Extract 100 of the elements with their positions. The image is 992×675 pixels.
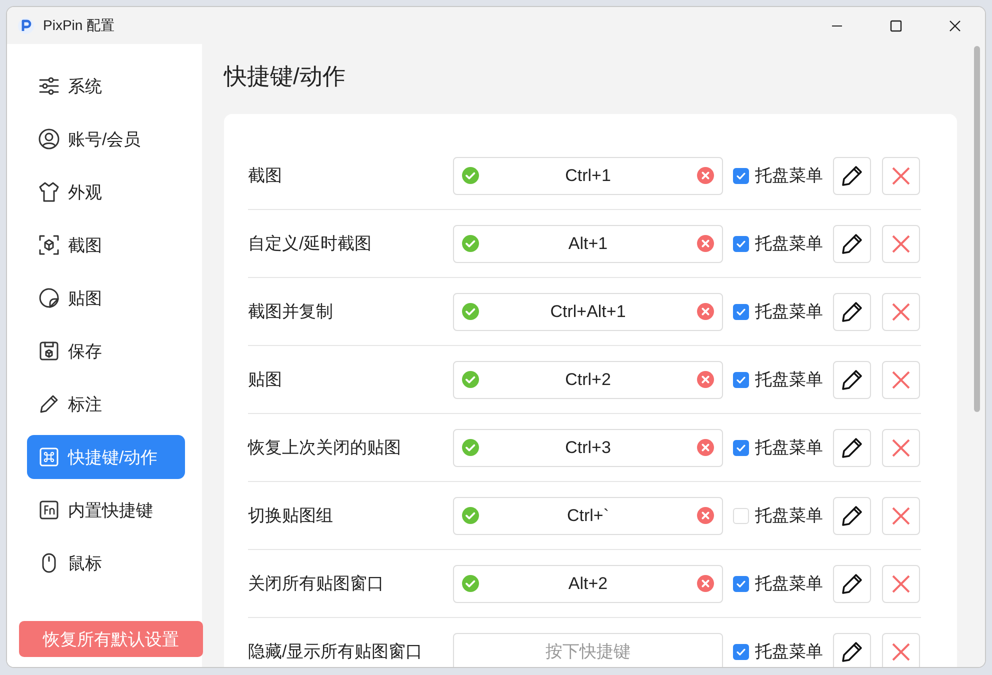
clear-icon[interactable] (697, 575, 714, 592)
delete-button[interactable] (882, 632, 920, 667)
shortcut-field[interactable]: Ctrl+3 (453, 428, 723, 466)
edit-button[interactable] (833, 632, 871, 667)
sidebar-item[interactable]: 标注 (27, 382, 185, 426)
x-icon (891, 166, 911, 186)
tray-menu-label: 托盘菜单 (755, 505, 823, 527)
sidebar-item[interactable]: 贴图 (27, 276, 185, 320)
x-icon (891, 506, 911, 526)
sidebar-item[interactable]: 保存 (27, 329, 185, 373)
sidebar-item[interactable]: 外观 (27, 170, 185, 214)
page-heading: 快捷键/动作 (224, 62, 346, 91)
delete-button[interactable] (882, 360, 920, 398)
pencil-icon (840, 164, 864, 188)
tshirt-icon (38, 181, 60, 203)
delete-button[interactable] (882, 564, 920, 602)
shortcut-field[interactable]: Ctrl+` (453, 496, 723, 534)
tray-menu-checkbox[interactable] (733, 440, 749, 456)
sidebar-item[interactable]: 系统 (27, 64, 185, 108)
fn-key-icon (38, 499, 60, 521)
clear-icon[interactable] (697, 167, 714, 184)
clear-icon[interactable] (697, 303, 714, 320)
tray-menu-label: 托盘菜单 (755, 437, 823, 459)
shortcut-field[interactable]: Alt+2 (453, 564, 723, 602)
clear-icon[interactable] (697, 235, 714, 252)
clear-icon[interactable] (697, 439, 714, 456)
tray-menu-checkbox[interactable] (733, 372, 749, 388)
tray-menu-label: 托盘菜单 (755, 165, 823, 187)
delete-button[interactable] (882, 292, 920, 330)
sidebar-item[interactable]: 截图 (27, 223, 185, 267)
app-logo-icon (17, 16, 35, 34)
x-icon (891, 370, 911, 390)
tray-menu-checkbox[interactable] (733, 236, 749, 252)
clear-icon[interactable] (697, 371, 714, 388)
pencil-icon (840, 368, 864, 392)
command-key-icon (38, 446, 60, 468)
x-icon (891, 302, 911, 322)
edit-button[interactable] (833, 156, 871, 194)
check-circle-icon (462, 235, 479, 252)
edit-button[interactable] (833, 496, 871, 534)
close-icon[interactable] (949, 20, 961, 32)
tray-menu-checkbox[interactable] (733, 168, 749, 184)
edit-button[interactable] (833, 224, 871, 262)
delete-button[interactable] (882, 156, 920, 194)
maximize-icon[interactable] (890, 20, 902, 32)
tray-menu-label: 托盘菜单 (755, 233, 823, 255)
edit-button[interactable] (833, 360, 871, 398)
check-circle-icon (462, 167, 479, 184)
scan-cube-icon (38, 234, 60, 256)
tray-menu-label: 托盘菜单 (755, 573, 823, 595)
sliders-icon (38, 75, 60, 97)
check-circle-icon (462, 507, 479, 524)
x-icon (891, 438, 911, 458)
pencil-icon (840, 640, 864, 664)
pencil-icon (840, 572, 864, 596)
shortcut-field[interactable]: Ctrl+Alt+1 (453, 292, 723, 330)
action-label: 恢复上次关闭的贴图 (248, 437, 402, 459)
delete-button[interactable] (882, 224, 920, 262)
edit-button[interactable] (833, 292, 871, 330)
action-label: 截图 (248, 165, 283, 187)
pencil-icon (840, 232, 864, 256)
shortcut-field[interactable]: Ctrl+1 (453, 156, 723, 194)
x-icon (891, 574, 911, 594)
clear-icon[interactable] (697, 507, 714, 524)
action-label: 自定义/延时截图 (248, 233, 373, 255)
check-circle-icon (462, 371, 479, 388)
shortcut-field[interactable]: Ctrl+2 (453, 360, 723, 398)
sticker-icon (38, 287, 60, 309)
x-icon (891, 642, 911, 662)
action-label: 关闭所有贴图窗口 (248, 573, 385, 595)
sidebar-item[interactable]: 内置快捷键 (27, 488, 185, 532)
sidebar-item[interactable]: 鼠标 (27, 541, 185, 585)
shortcut-field[interactable]: Alt+1 (453, 224, 723, 262)
check-circle-icon (462, 439, 479, 456)
pencil-icon (38, 393, 60, 415)
tray-menu-label: 托盘菜单 (755, 301, 823, 323)
check-circle-icon (462, 575, 479, 592)
tray-menu-label: 托盘菜单 (755, 369, 823, 391)
edit-button[interactable] (833, 428, 871, 466)
sidebar-item[interactable]: 账号/会员 (27, 117, 185, 161)
pencil-icon (840, 504, 864, 528)
pencil-icon (840, 436, 864, 460)
action-label: 切换贴图组 (248, 505, 334, 527)
pencil-icon (840, 300, 864, 324)
check-circle-icon (462, 303, 479, 320)
x-icon (891, 234, 911, 254)
user-circle-icon (38, 128, 60, 150)
action-label: 隐藏/显示所有贴图窗口 (248, 641, 424, 663)
edit-button[interactable] (833, 564, 871, 602)
action-label: 贴图 (248, 369, 283, 391)
action-label: 截图并复制 (248, 301, 334, 323)
floppy-cube-icon (38, 340, 60, 362)
delete-button[interactable] (882, 496, 920, 534)
delete-button[interactable] (882, 428, 920, 466)
sidebar-item[interactable]: 快捷键/动作 (27, 435, 185, 479)
tray-menu-checkbox[interactable] (733, 304, 749, 320)
tray-menu-checkbox[interactable] (733, 576, 749, 592)
tray-menu-label: 托盘菜单 (755, 641, 823, 663)
tray-menu-checkbox[interactable] (733, 644, 749, 660)
window-title: PixPin 配置 (43, 16, 115, 34)
